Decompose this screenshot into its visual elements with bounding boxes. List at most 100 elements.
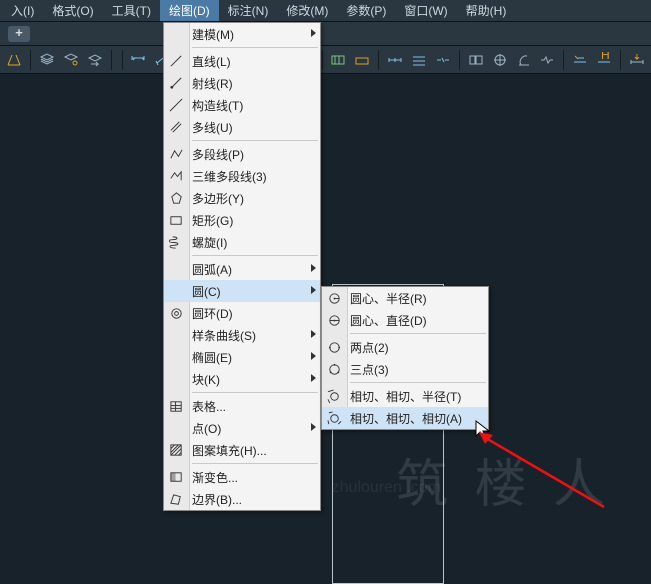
menu-item-label: 样条曲线(S) [188,327,304,344]
blank-icon [164,418,188,438]
menu-item-label: 块(K) [188,371,304,388]
draw-menu-item[interactable]: 矩形(G) [164,209,320,231]
menu-format[interactable]: 格式(O) [43,0,102,21]
center-mark-icon[interactable] [489,49,511,71]
menu-draw[interactable]: 绘图(D) [160,0,219,21]
draw-menu-item[interactable]: 多边形(Y) [164,187,320,209]
draw-menu-item[interactable]: 射线(R) [164,72,320,94]
jogged-linear-icon[interactable] [537,49,559,71]
menu-item-label: 点(O) [188,420,304,437]
draw-menu-item[interactable]: 样条曲线(S) [164,324,320,346]
3dpoly-icon [164,166,188,186]
ray-icon [164,73,188,93]
rect-icon [164,210,188,230]
submenu-arrow-icon [311,423,316,431]
c-3p-icon [322,359,346,379]
submenu-arrow-icon [311,264,316,272]
menu-modify[interactable]: 修改(M) [277,0,337,21]
dim-quick-icon[interactable] [328,49,350,71]
menu-item-label: 圆环(D) [188,305,304,322]
draw-menu-item[interactable]: 表格... [164,395,320,417]
dim-linear-icon[interactable] [128,49,150,71]
menu-tools[interactable]: 工具(T) [103,0,160,21]
tolerance-icon[interactable] [465,49,487,71]
blank-icon [164,281,188,301]
dim-space-icon[interactable] [408,49,430,71]
layer-icon[interactable] [36,49,58,71]
menu-item-label: 渐变色... [188,469,304,486]
draw-menu-item[interactable]: 图案填充(H)... [164,439,320,461]
draw-menu-item[interactable]: 圆环(D) [164,302,320,324]
menu-insert[interactable]: 入(I) [2,0,43,21]
dim-update-icon[interactable] [626,49,648,71]
menu-window[interactable]: 窗口(W) [395,0,456,21]
draw-menu-item[interactable]: 三维多段线(3) [164,165,320,187]
donut-icon [164,303,188,323]
menu-item-label: 三维多段线(3) [188,168,304,185]
pline-icon [164,144,188,164]
menu-item-label: 圆心、半径(R) [346,290,472,307]
separator [111,50,112,70]
layer-prev-icon[interactable] [84,49,106,71]
submenu-arrow-icon [311,330,316,338]
c-cr-icon [322,288,346,308]
new-tab-button[interactable]: + [8,26,30,42]
draw-menu-item[interactable]: 圆弧(A) [164,258,320,280]
blank-icon [164,369,188,389]
toolbar: H [0,46,651,74]
draw-menu-item[interactable]: 块(K) [164,368,320,390]
hatch-icon [164,440,188,460]
menu-item-label: 螺旋(I) [188,234,304,251]
menu-item-label: 图案填充(H)... [188,442,304,459]
menu-separator [350,333,486,334]
menu-item-label: 构造线(T) [188,97,304,114]
menu-item-label: 多线(U) [188,119,304,136]
tool-icon[interactable] [3,49,25,71]
dim-tedit-icon[interactable]: H [593,49,615,71]
layer-state-icon[interactable] [60,49,82,71]
draw-menu-item[interactable]: 建模(M) [164,23,320,45]
dim-edit-icon[interactable] [569,49,591,71]
xline-icon [164,95,188,115]
draw-menu-item[interactable]: 螺旋(I) [164,231,320,253]
menu-separator [192,463,318,464]
dim-baseline-icon[interactable] [351,49,373,71]
menu-item-label: 建模(M) [188,26,304,43]
separator [122,50,123,70]
menu-item-label: 三点(3) [346,361,472,378]
menu-item-label: 圆弧(A) [188,261,304,278]
circle-menu-item[interactable]: 相切、相切、相切(A) [322,407,488,429]
c-2p-icon [322,337,346,357]
draw-menu-item[interactable]: 圆(C) [164,280,320,302]
menu-item-label: 相切、相切、半径(T) [346,388,472,405]
draw-menu-item[interactable]: 多线(U) [164,116,320,138]
circle-menu-item[interactable]: 圆心、半径(R) [322,287,488,309]
draw-menu-item[interactable]: 渐变色... [164,466,320,488]
inspect-icon[interactable] [513,49,535,71]
draw-menu-item[interactable]: 多段线(P) [164,143,320,165]
separator [30,50,31,70]
menu-dimension[interactable]: 标注(N) [219,0,278,21]
draw-menu-item[interactable]: 边界(B)... [164,488,320,510]
helix-icon [164,232,188,252]
boundary-icon [164,489,188,509]
circle-menu-item[interactable]: 相切、相切、半径(T) [322,385,488,407]
circle-menu-item[interactable]: 圆心、直径(D) [322,309,488,331]
dim-continue-icon[interactable] [384,49,406,71]
menu-item-label: 矩形(G) [188,212,304,229]
draw-menu-item[interactable]: 直线(L) [164,50,320,72]
circle-menu-item[interactable]: 两点(2) [322,336,488,358]
menu-separator [350,382,486,383]
draw-menu-item[interactable]: 构造线(T) [164,94,320,116]
menu-help[interactable]: 帮助(H) [457,0,516,21]
menu-item-label: 表格... [188,398,304,415]
menu-separator [192,255,318,256]
circle-menu-item[interactable]: 三点(3) [322,358,488,380]
draw-menu-item[interactable]: 点(O) [164,417,320,439]
menu-item-label: 直线(L) [188,53,304,70]
separator [322,50,323,70]
menu-parametric[interactable]: 参数(P) [337,0,395,21]
menu-item-label: 圆心、直径(D) [346,312,472,329]
draw-menu-item[interactable]: 椭圆(E) [164,346,320,368]
dim-break-icon[interactable] [432,49,454,71]
